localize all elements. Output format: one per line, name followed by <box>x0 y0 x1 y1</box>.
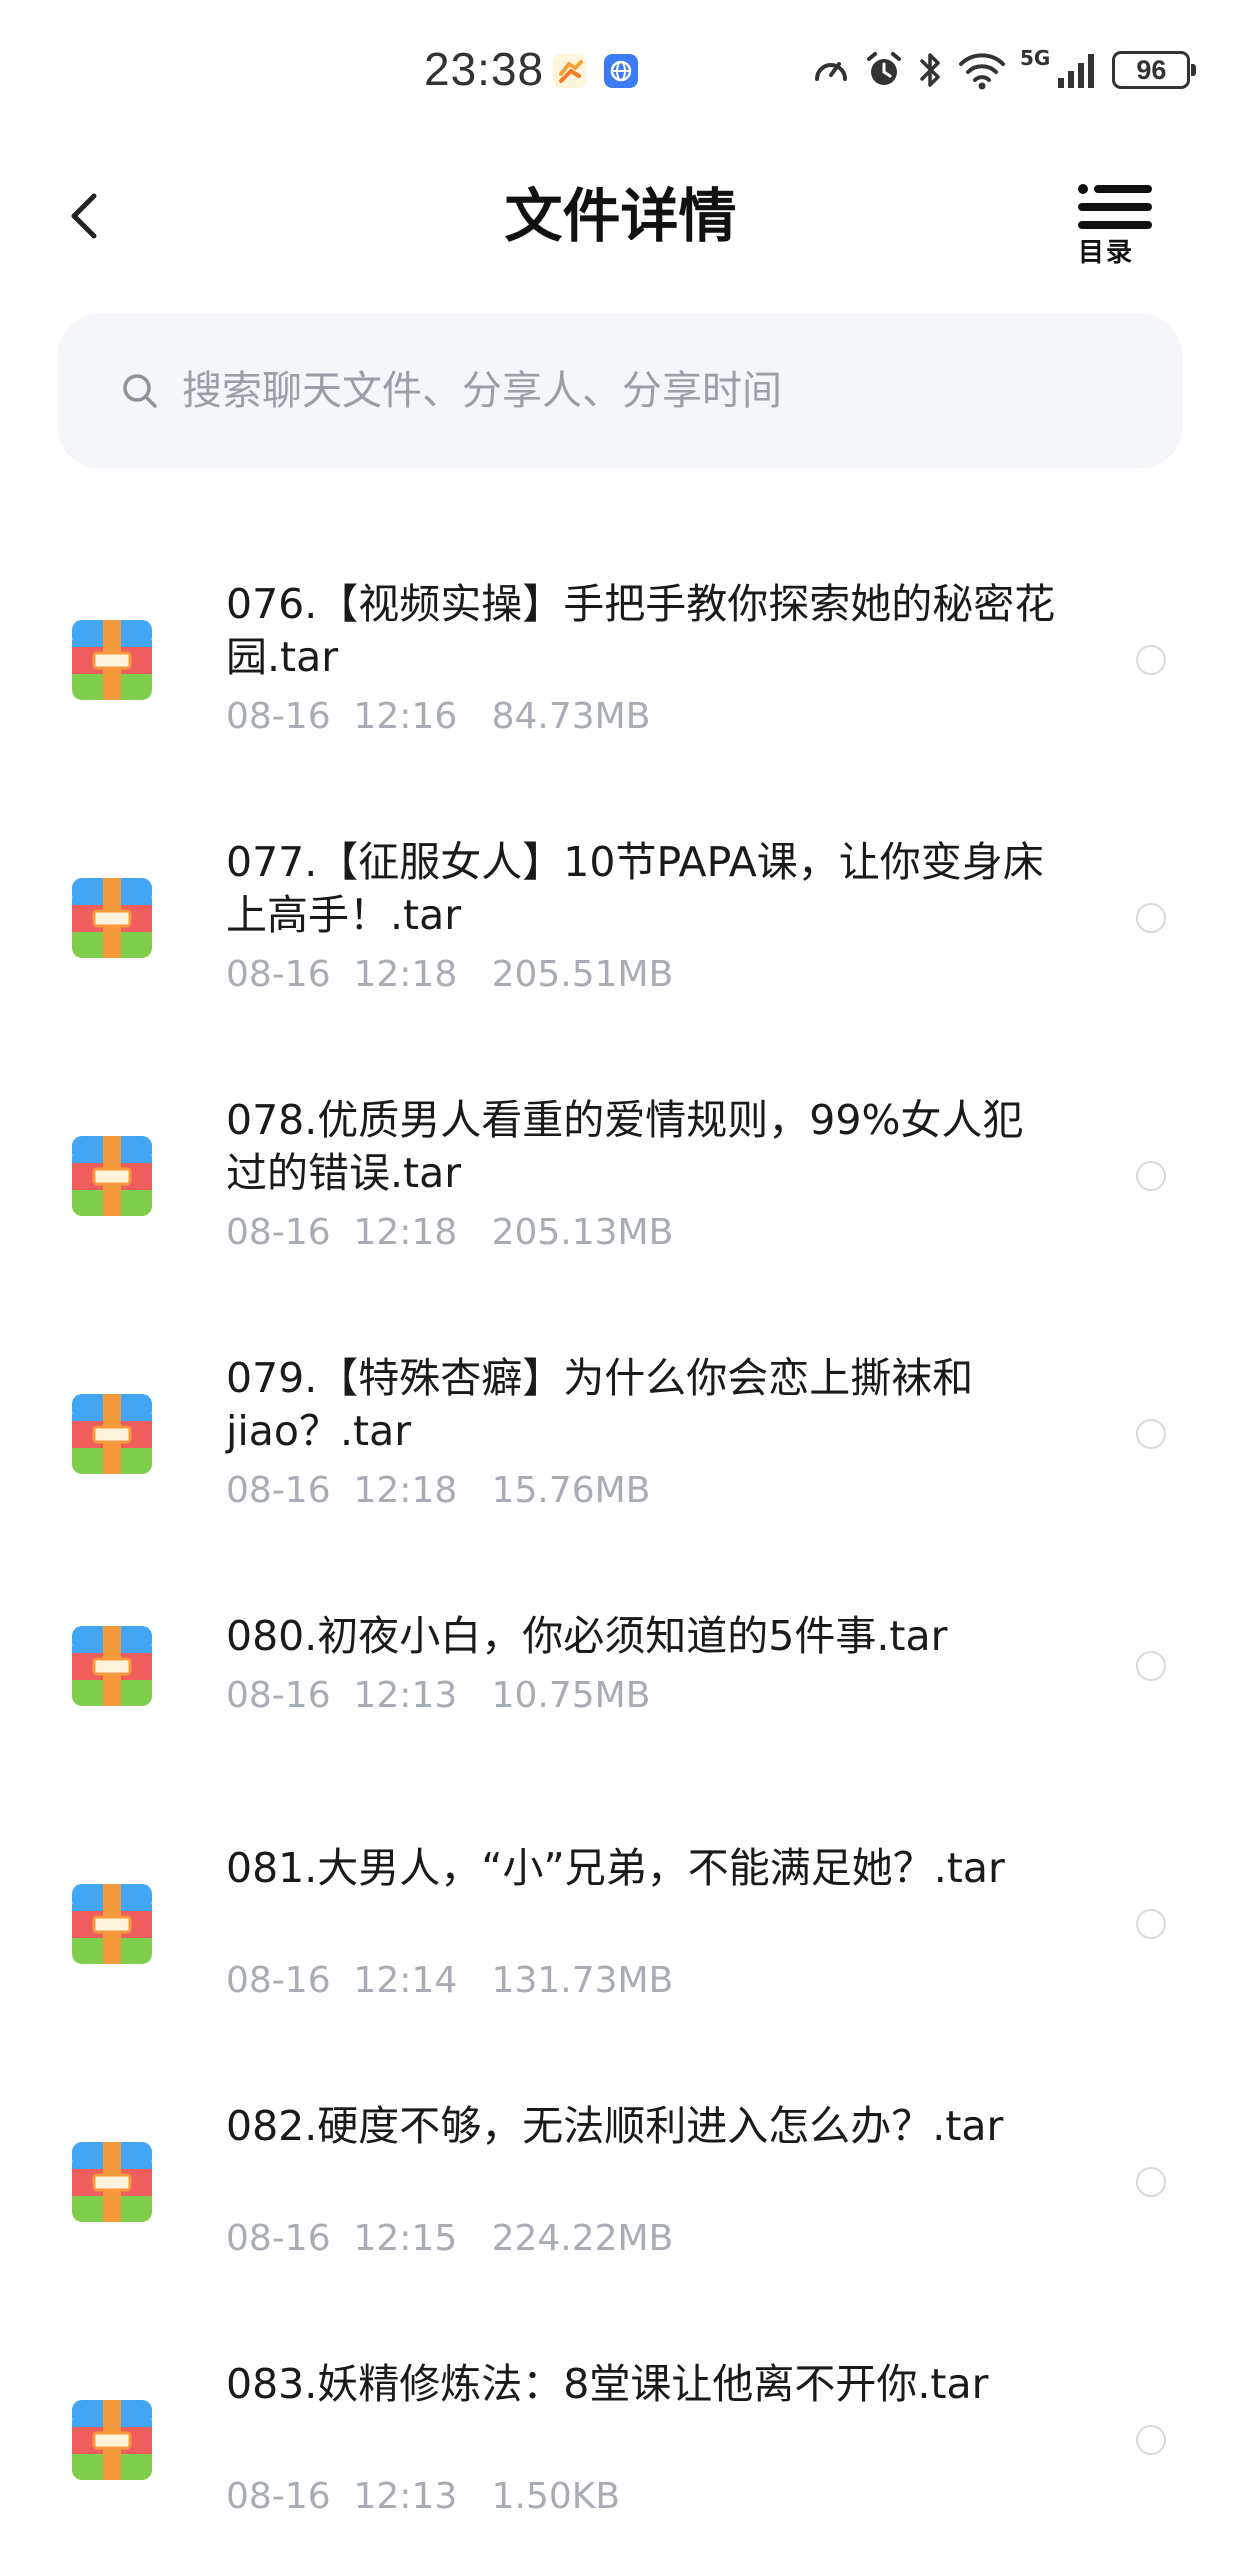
archive-file-icon <box>72 1136 152 1216</box>
file-size: 84.73MB <box>491 696 651 737</box>
select-radio[interactable] <box>1136 2167 1166 2197</box>
file-meta: 08-16 12:16 84.73MB <box>226 696 650 737</box>
signal-strength-icon <box>1058 54 1095 88</box>
header: 文件详情 目录 <box>0 150 1241 280</box>
archive-file-icon <box>72 1625 152 1706</box>
file-time: 12:18 <box>353 1212 458 1253</box>
select-radio[interactable] <box>1136 1161 1166 1191</box>
status-icons: 5G 96 <box>812 44 1197 96</box>
file-size: 224.22MB <box>491 2218 674 2259</box>
file-date: 08-16 <box>226 1675 331 1716</box>
archive-file-icon <box>72 2400 152 2480</box>
toc-label: 目录 <box>1078 238 1135 268</box>
file-size: 205.13MB <box>491 1212 674 1253</box>
browser-notification-icon <box>604 54 638 88</box>
archive-file-icon <box>72 620 152 700</box>
file-meta: 08-16 12:18 205.13MB <box>226 1212 673 1253</box>
file-size: 205.51MB <box>491 954 674 995</box>
file-name: 083.妖精修炼法：8堂课让他离不开你.tar <box>226 2360 989 2408</box>
archive-file-icon <box>72 878 152 958</box>
alarm-icon <box>867 52 901 85</box>
bluetooth-icon <box>920 53 940 87</box>
battery-indicator: 96 <box>1112 51 1197 89</box>
file-date: 08-16 <box>226 954 331 995</box>
toc-button[interactable]: 目录 <box>1070 180 1170 270</box>
file-size: 131.73MB <box>491 1960 674 2001</box>
file-name: 079.【特殊杏癖】为什么你会恋上撕袜和jiao？.tar <box>226 1354 974 1455</box>
list-menu-icon <box>1078 184 1152 229</box>
file-meta: 08-16 12:18 205.51MB <box>226 954 673 995</box>
file-date: 08-16 <box>226 1960 331 2001</box>
file-list-item[interactable]: 083.妖精修炼法：8堂课让他离不开你.tar 08-16 12:13 1.50… <box>0 478 1241 2517</box>
search-icon <box>123 374 157 408</box>
search-input[interactable] <box>180 367 1084 415</box>
file-list: 076.【视频实操】手把手教你探索她的秘密花园.tar 08-16 12:16 … <box>0 478 1241 2560</box>
battery-level: 96 <box>1136 54 1167 85</box>
select-radio[interactable] <box>1136 2425 1166 2455</box>
archive-file-icon <box>72 2142 152 2222</box>
file-date: 08-16 <box>226 2476 331 2517</box>
file-meta: 08-16 12:18 15.76MB <box>226 1470 650 1511</box>
file-size: 10.75MB <box>491 1675 651 1716</box>
file-size: 1.50KB <box>491 2476 621 2517</box>
file-name: 080.初夜小白，你必须知道的5件事.tar <box>226 1612 948 1660</box>
file-meta: 08-16 12:13 10.75MB <box>226 1675 650 1716</box>
status-bar: 23:38 5G 96 <box>0 0 1241 150</box>
app-notification-icon <box>553 54 587 88</box>
file-date: 08-16 <box>226 2218 331 2259</box>
file-time: 12:14 <box>353 1960 458 2001</box>
file-name: 077.【征服女人】10节PAPA课，让你变身床上高手！.tar <box>226 838 1044 939</box>
search-bar[interactable] <box>58 314 1182 468</box>
archive-file-icon <box>72 1884 152 1964</box>
select-radio[interactable] <box>1136 903 1166 933</box>
archive-file-icon <box>72 1394 152 1474</box>
select-radio[interactable] <box>1136 1650 1166 1681</box>
wifi-icon <box>959 53 1005 90</box>
select-radio[interactable] <box>1136 645 1166 675</box>
file-time: 12:15 <box>353 2218 458 2259</box>
file-date: 08-16 <box>226 1212 331 1253</box>
file-time: 12:13 <box>353 2476 458 2517</box>
file-name: 076.【视频实操】手把手教你探索她的秘密花园.tar <box>226 580 1056 681</box>
file-name: 078.优质男人看重的爱情规则，99%女人犯过的错误.tar <box>226 1096 1024 1197</box>
select-radio[interactable] <box>1136 1419 1166 1449</box>
file-name: 082.硬度不够，无法顺利进入怎么办？.tar <box>226 2102 1004 2150</box>
network-type-label: 5G <box>1020 46 1051 70</box>
file-time: 12:13 <box>353 1675 458 1716</box>
file-name: 081.大男人，“小”兄弟，不能满足她？.tar <box>226 1844 1005 1892</box>
file-meta: 08-16 12:13 1.50KB <box>226 2476 620 2517</box>
file-size: 15.76MB <box>491 1470 651 1511</box>
speed-gauge-icon <box>815 62 847 81</box>
file-meta: 08-16 12:15 224.22MB <box>226 2218 673 2259</box>
file-time: 12:18 <box>353 954 458 995</box>
file-time: 12:18 <box>353 1470 458 1511</box>
status-time: 23:38 <box>424 43 545 95</box>
select-radio[interactable] <box>1136 1909 1166 1939</box>
page-title: 文件详情 <box>504 182 737 250</box>
file-date: 08-16 <box>226 696 331 737</box>
file-meta: 08-16 12:14 131.73MB <box>226 1960 673 2001</box>
file-time: 12:16 <box>353 696 458 737</box>
file-date: 08-16 <box>226 1470 331 1511</box>
